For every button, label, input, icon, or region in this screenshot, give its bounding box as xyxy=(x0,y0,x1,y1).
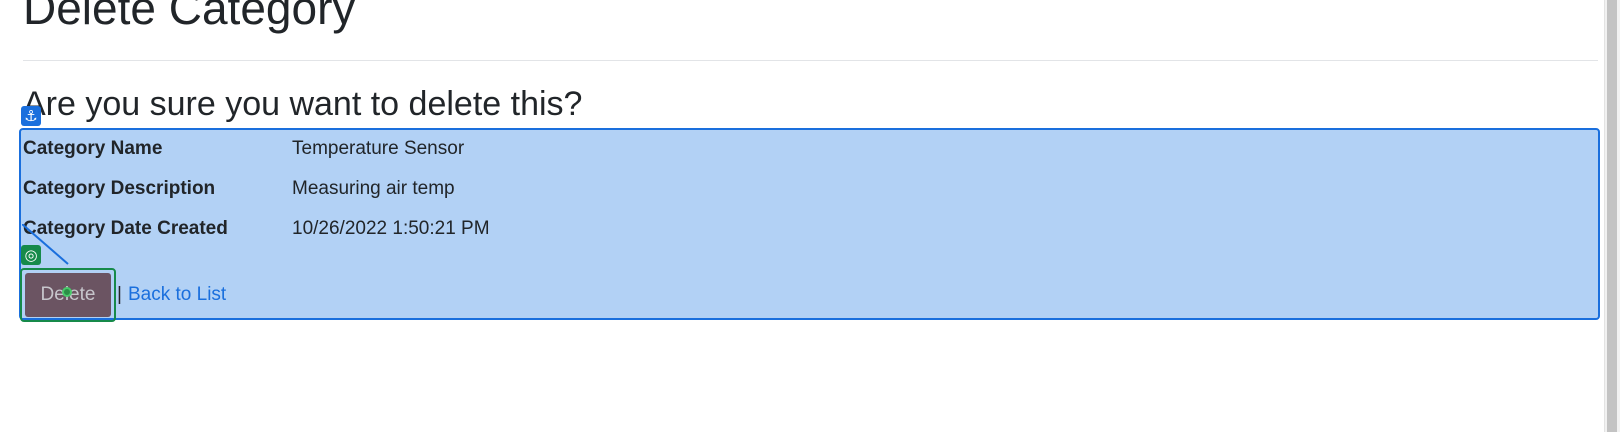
action-separator: | xyxy=(117,284,122,305)
category-description-label: Category Description xyxy=(23,178,216,199)
scrollbar-thumb[interactable] xyxy=(1607,0,1617,432)
category-description-value: Measuring air temp xyxy=(292,178,455,199)
category-name-label: Category Name xyxy=(23,138,163,159)
delete-button-highlight: Delete xyxy=(20,268,116,322)
category-date-created-value: 10/26/2022 1:50:21 PM xyxy=(292,218,490,239)
target-icon: ◎ xyxy=(21,245,41,265)
cursor-marker-icon xyxy=(62,287,72,297)
anchor-icon: ⚓ xyxy=(21,106,41,126)
back-to-list-link[interactable]: Back to List xyxy=(128,283,226,307)
vertical-scrollbar[interactable] xyxy=(1604,0,1620,432)
category-name-value: Temperature Sensor xyxy=(292,138,465,159)
category-details: Category Name Temperature Sensor Categor… xyxy=(0,0,1620,432)
